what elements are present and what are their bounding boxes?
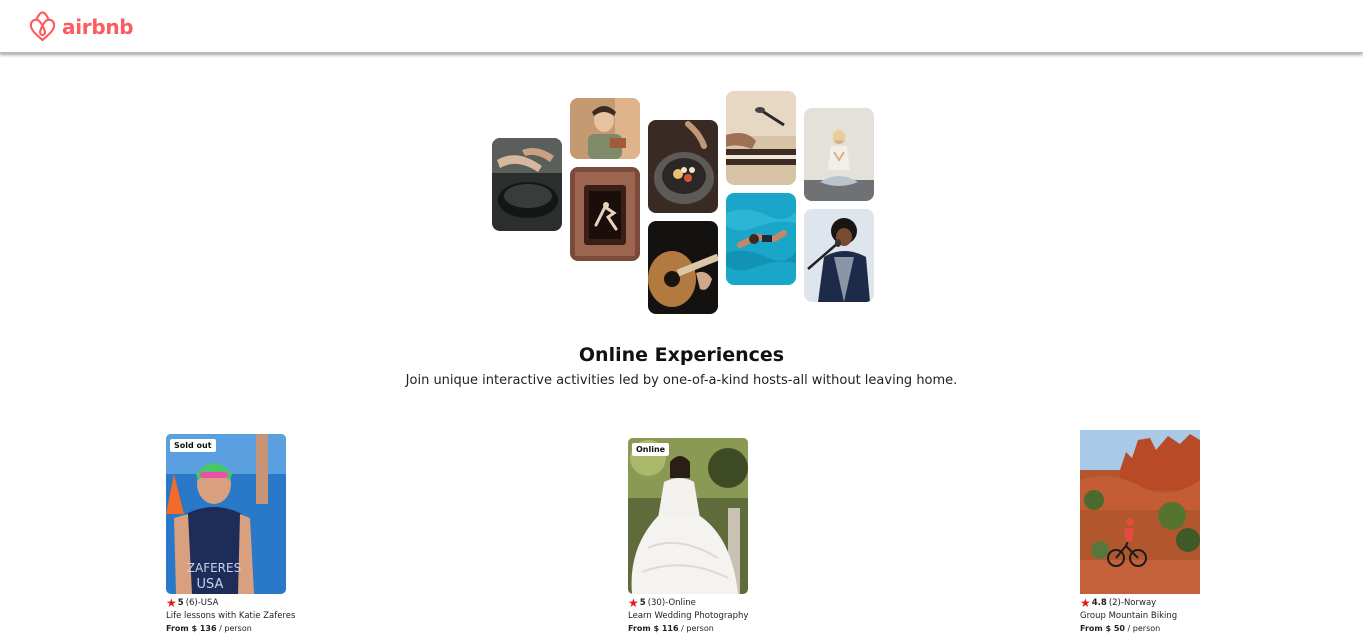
star-icon: ★ [628, 595, 639, 610]
top-navbar: airbnb [0, 0, 1363, 53]
rating-value: 5 [639, 598, 646, 608]
review-count: (2) [1108, 598, 1121, 608]
price: From $ 50 / person [1080, 624, 1230, 633]
star-icon: ★ [166, 595, 177, 610]
price-unit: / person [216, 624, 252, 633]
experience-card[interactable]: Online ★ 5 (30) -Online Learn Wedding Ph… [628, 438, 778, 633]
svg-text:ZAFERES: ZAFERES [187, 561, 241, 575]
mosaic-photo-meditation [804, 108, 874, 201]
experience-card[interactable]: ZAFERES USA Sold out ★ 5 (6) -USA Life l… [166, 434, 316, 633]
price-amount: From $ 50 [1080, 624, 1125, 633]
page-title: Online Experiences [578, 344, 785, 366]
review-count: (30) [647, 598, 666, 608]
star-icon: ★ [1080, 595, 1091, 610]
price-amount: From $ 136 [166, 624, 217, 633]
page-subtitle: Join unique interactive activities led b… [405, 373, 958, 388]
rating-row: ★ 5 (30) -Online [628, 595, 778, 610]
airbnb-belo-icon [29, 11, 56, 42]
rating-row: ★ 4.8 (2) -Norway [1080, 595, 1230, 610]
mosaic-photo-swimmer [726, 193, 796, 285]
location: -Online [665, 598, 696, 608]
experience-photo[interactable] [1080, 430, 1200, 594]
airbnb-logo[interactable]: airbnb [27, 10, 134, 43]
rating-value: 5 [177, 598, 184, 608]
experience-title: Learn Wedding Photography [628, 611, 749, 621]
price: From $ 136 / person [166, 624, 316, 633]
mosaic-photo-guitar [648, 221, 718, 314]
rating-row: ★ 5 (6) -USA [166, 595, 316, 610]
location: -Norway [1120, 598, 1157, 608]
price-unit: / person [678, 624, 714, 633]
experience-title: Group Mountain Biking [1080, 611, 1178, 621]
mosaic-photo-host-smiling [570, 98, 640, 159]
review-count: (6) [185, 598, 198, 608]
experience-card[interactable]: ★ 4.8 (2) -Norway Group Mountain Biking … [1080, 430, 1230, 633]
mosaic-photo-singer [804, 209, 874, 302]
experience-title: Life lessons with Katie Zaferes [166, 611, 296, 621]
mosaic-photo-dancer-doorway [570, 167, 640, 261]
price: From $ 116 / person [628, 624, 778, 633]
mosaic-photo-cooking [492, 138, 562, 231]
status-badge: Online [632, 443, 670, 456]
status-badge: Sold out [170, 439, 216, 452]
experience-photo[interactable]: ZAFERES USA Sold out [166, 434, 286, 594]
mosaic-photo-musician-mic [726, 91, 796, 185]
brand-wordmark: airbnb [62, 14, 134, 39]
svg-text:USA: USA [197, 577, 224, 592]
price-unit: / person [1125, 624, 1161, 633]
rating-value: 4.8 [1091, 598, 1107, 608]
price-amount: From $ 116 [628, 624, 679, 633]
mosaic-photo-plated-dish [648, 120, 718, 213]
location: -USA [197, 598, 219, 608]
experience-photo[interactable]: Online [628, 438, 748, 594]
